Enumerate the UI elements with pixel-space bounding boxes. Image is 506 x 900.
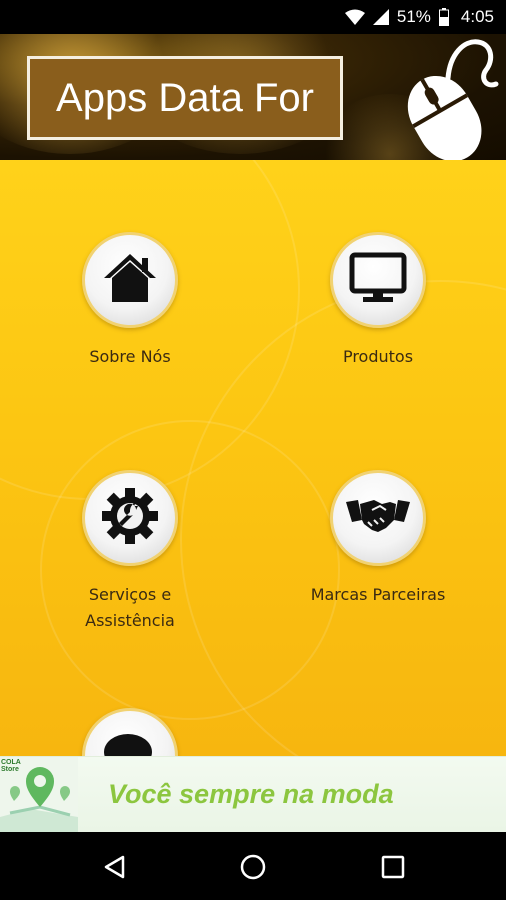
handshake-icon: [346, 496, 410, 541]
ad-brand-text: COLA Store: [1, 759, 21, 773]
page-title: Apps Data For: [27, 56, 343, 140]
menu-label-marcas-parceiras: Marcas Parceiras: [310, 585, 446, 604]
battery-icon: [438, 8, 449, 26]
home-circle-icon[interactable]: [236, 850, 270, 884]
menu-label-sobre-nos: Sobre Nós: [89, 347, 171, 366]
home-icon: [102, 252, 158, 309]
menu-label-servicos: Serviços e Assistência: [85, 585, 175, 630]
computer-mouse-icon: [390, 34, 502, 160]
menu-item-sobre-nos[interactable]: Sobre Nós: [30, 232, 230, 370]
ad-slogan[interactable]: Você sempre na moda: [108, 779, 394, 810]
menu-button-marcas-parceiras[interactable]: [330, 470, 426, 566]
cell-signal-icon: [372, 9, 389, 25]
system-nav-bar: [0, 832, 506, 900]
clock: 4:05: [460, 7, 494, 26]
wifi-icon: [344, 9, 365, 25]
recents-icon[interactable]: [376, 850, 410, 884]
status-bar: 51% 4:05: [0, 0, 506, 34]
menu-button-produtos[interactable]: [330, 232, 426, 328]
gear-wrench-icon: [100, 486, 160, 551]
chat-bubble-icon: [102, 730, 158, 756]
battery-percent: 51%: [396, 7, 431, 26]
menu-item-produtos[interactable]: Produtos: [278, 232, 478, 370]
back-icon[interactable]: [97, 850, 131, 884]
app-header: Apps Data For: [0, 34, 506, 160]
menu-item-servicos[interactable]: Serviços e Assistência: [30, 470, 230, 634]
menu-button-contato[interactable]: [82, 708, 178, 756]
menu-button-sobre-nos[interactable]: [82, 232, 178, 328]
menu-item-marcas-parceiras[interactable]: Marcas Parceiras: [278, 470, 478, 608]
menu-button-servicos[interactable]: [82, 470, 178, 566]
ad-banner[interactable]: COLA Store Você sempre na moda: [0, 756, 506, 833]
menu-item-contato[interactable]: [30, 708, 230, 756]
menu-label-produtos: Produtos: [342, 347, 414, 366]
ad-thumbnail[interactable]: COLA Store: [0, 757, 78, 833]
monitor-icon: [349, 252, 407, 309]
menu-grid: Sobre Nós Produtos Serviços e Assistênci…: [0, 160, 506, 756]
